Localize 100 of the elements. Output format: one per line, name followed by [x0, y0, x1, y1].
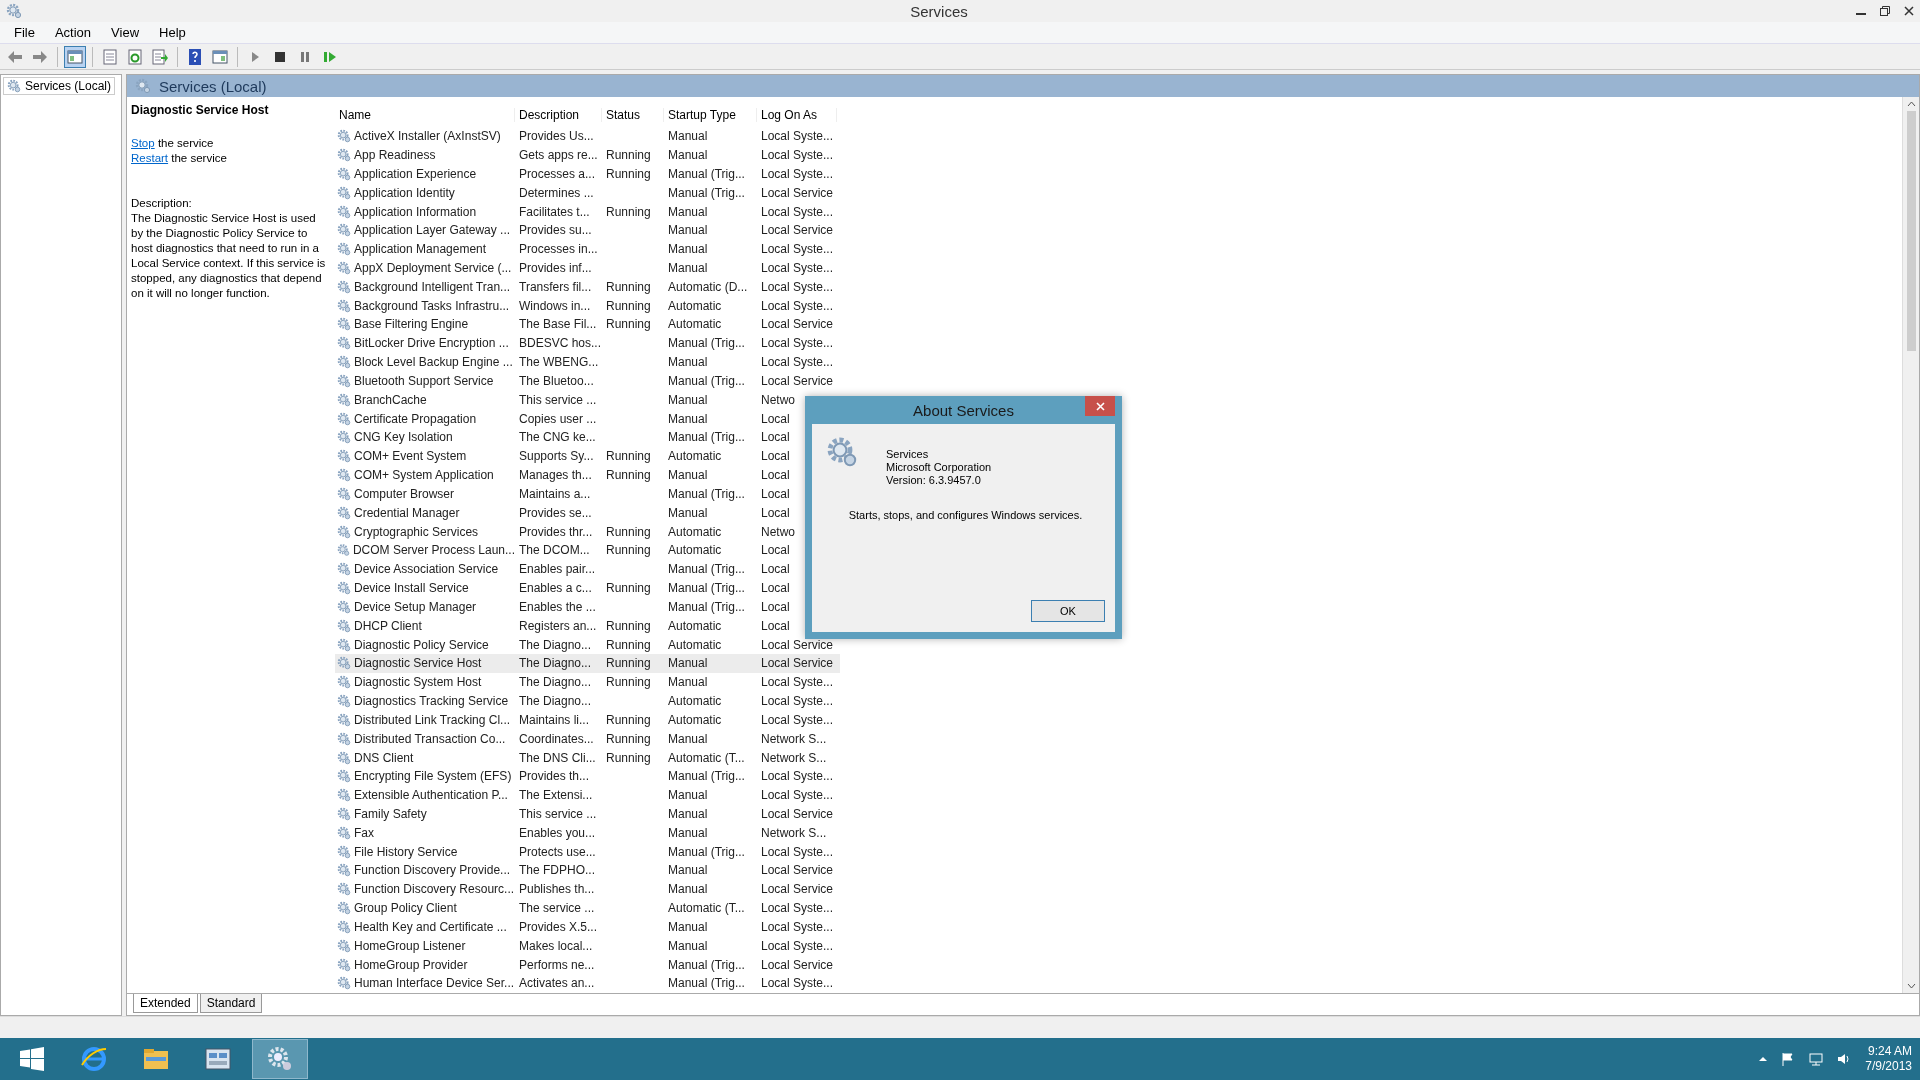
service-row[interactable]: HomeGroup Listener Makes local... Manual Local Syste... — [335, 936, 840, 956]
action-link[interactable]: Stop — [131, 137, 155, 149]
service-row[interactable]: Distributed Transaction Co... Coordinates... Running Manual Network S... — [335, 729, 840, 749]
service-row[interactable]: Function Discovery Resourc... Publishes th... Manual Local Service — [335, 879, 840, 899]
service-row[interactable]: Health Key and Certificate ... Provides X.5... Manual Local Syste... — [335, 917, 840, 937]
table-cell-text: Manual (Trig... — [667, 373, 746, 388]
service-row[interactable]: Computer Browser Maintains a... Manual (Trig... Local — [335, 484, 840, 504]
service-row[interactable]: Fax Enables you... Manual Network S... — [335, 823, 840, 843]
service-row[interactable]: Base Filtering Engine The Base Fil... Running Automatic Local Service — [335, 315, 840, 334]
service-row[interactable]: ActiveX Installer (AxInstSV) Provides Us... Manual Local Syste... — [335, 126, 840, 146]
service-icon — [337, 844, 351, 859]
service-row[interactable]: AppX Deployment Service (... Provides inf... Manual Local Syste... — [335, 258, 840, 278]
table-cell: Application Experience — [354, 166, 477, 181]
table-cell-text: Local — [760, 562, 791, 577]
service-row[interactable]: COM+ System Application Manages th... Running Manual Local — [335, 465, 840, 485]
table-cell-text: Running — [605, 298, 652, 313]
service-row[interactable]: File History Service Protects use... Manual (Trig... Local Syste... — [335, 842, 840, 862]
table-cell-text: Network S... — [760, 731, 828, 746]
service-icon — [337, 581, 351, 596]
service-row[interactable]: Device Association Service Enables pair... Manual (Trig... Local — [335, 559, 840, 579]
menu-item[interactable]: File — [4, 25, 45, 40]
menu-item[interactable]: Help — [149, 25, 196, 40]
network-icon[interactable] — [1809, 1052, 1824, 1066]
service-row[interactable]: Distributed Link Tracking Cl... Maintains li... Running Automatic Local Syste... — [335, 710, 840, 730]
service-row[interactable]: Application Information Facilitates t... Running Manual Local Syste... — [335, 202, 840, 221]
service-row[interactable]: Extensible Authentication P... The Extensi... Manual Local Syste... — [335, 785, 840, 805]
service-row[interactable]: Background Intelligent Tran... Transfers fil... Running Automatic (D... Local Syste... — [335, 277, 840, 297]
service-row[interactable]: DNS Client The DNS Cli... Running Automatic (T... Network S... — [335, 748, 840, 767]
column-header[interactable]: Startup Type — [664, 107, 757, 122]
service-row[interactable]: Human Interface Device Ser... Activates an... Manual (Trig... Local Syste... — [335, 974, 840, 993]
table-cell-text: Enables pair... — [518, 562, 597, 577]
table-cell-text: Local Service — [760, 637, 835, 652]
service-row[interactable]: Family Safety This service ... Manual Local Service — [335, 804, 840, 824]
service-row[interactable]: HomeGroup Provider Performs ne... Manual (Trig... Local Service — [335, 955, 840, 975]
table-cell-text: Network S... — [760, 825, 828, 840]
volume-icon[interactable] — [1837, 1052, 1852, 1066]
close-icon[interactable] — [1904, 6, 1914, 16]
service-row[interactable]: Diagnostic Policy Service The Diagno... Running Automatic Local Service — [335, 635, 840, 654]
service-row[interactable]: BitLocker Drive Encryption ... BDESVC hos... Manual (Trig... Local Syste... — [335, 333, 840, 353]
service-row[interactable]: COM+ Event System Supports Sy... Running Automatic Local — [335, 446, 840, 466]
company-name: Microsoft Corporation — [886, 461, 992, 474]
service-row[interactable]: Cryptographic Services Provides thr... Running Automatic Netwo — [335, 522, 840, 541]
table-cell: Computer Browser — [354, 486, 455, 501]
column-header[interactable]: Name — [335, 107, 515, 122]
service-row[interactable]: Encrypting File System (EFS) Provides th... Manual (Trig... Local Syste... — [335, 766, 840, 786]
service-row[interactable]: Group Policy Client The service ... Automatic (T... Local Syste... — [335, 898, 840, 918]
service-row[interactable]: Block Level Backup Engine ... The WBENG... Manual Local Syste... — [335, 352, 840, 372]
service-row[interactable]: Application Identity Determines ... Manual (Trig... Local Service — [335, 183, 840, 203]
table-cell: COM+ System Application — [354, 468, 494, 483]
tree-item[interactable]: Services (Local) — [3, 77, 116, 95]
taskbar-button[interactable] — [252, 1039, 308, 1079]
service-row[interactable]: DCOM Server Process Laun... The DCOM... Running Automatic Local — [335, 541, 840, 560]
service-row[interactable]: Application Management Processes in... Manual Local Syste... — [335, 239, 840, 259]
table-cell-text: Running — [605, 468, 652, 483]
service-row[interactable]: Diagnostics Tracking Service The Diagno... Automatic Local Syste... — [335, 691, 840, 711]
service-row[interactable]: DHCP Client Registers an... Running Automatic Local — [335, 616, 840, 636]
column-header[interactable]: Description — [515, 107, 602, 122]
view-tab[interactable]: Extended — [133, 994, 198, 1013]
table-cell-text: The Diagno... — [518, 656, 593, 671]
table-cell-text: Running — [605, 675, 652, 690]
view-tab[interactable]: Standard — [199, 994, 263, 1013]
service-row[interactable]: Function Discovery Provide... The FDPHO... Manual Local Service — [335, 861, 840, 880]
table-cell-text: Local Syste... — [760, 298, 835, 313]
service-row[interactable]: Credential Manager Provides se... Manual Local — [335, 503, 840, 523]
menu-item[interactable]: Action — [44, 25, 102, 40]
service-row[interactable]: Certificate Propagation Copies user ... Manual Local — [335, 409, 840, 429]
service-row[interactable]: Background Tasks Infrastru... Windows in... Running Automatic Local Syste... — [335, 296, 840, 316]
table-cell: Device Setup Manager — [354, 599, 477, 614]
service-row[interactable]: Application Layer Gateway ... Provides su... Manual Local Service — [335, 220, 840, 240]
scrollbar[interactable] — [1902, 97, 1919, 993]
action-link[interactable]: Restart — [131, 152, 169, 164]
scroll-thumb[interactable] — [1906, 111, 1916, 351]
table-cell-text: Manual — [667, 355, 709, 370]
service-row[interactable]: CNG Key Isolation The CNG ke... Manual (Trig... Local — [335, 428, 840, 447]
service-row[interactable]: Diagnostic System Host The Diagno... Running Manual Local Syste... — [335, 672, 840, 692]
table-cell-text: This service ... — [518, 807, 598, 821]
service-row[interactable]: BranchCache This service ... Manual Netwo — [335, 390, 840, 410]
flag-icon[interactable] — [1781, 1052, 1796, 1066]
service-row[interactable]: Device Setup Manager Enables the ... Manual (Trig... Local — [335, 597, 840, 617]
table-cell: Application Layer Gateway ... — [354, 223, 511, 238]
restore-icon[interactable] — [1880, 6, 1890, 16]
dialog-close-button[interactable] — [1085, 396, 1115, 416]
ok-button[interactable]: OK — [1031, 600, 1105, 622]
show-hidden-icon[interactable] — [1759, 1055, 1768, 1063]
clock-time: 9:24 AM — [1867, 1044, 1912, 1059]
table-cell-text: Local — [760, 468, 791, 483]
help-icon — [186, 47, 204, 66]
service-row[interactable]: Bluetooth Support Service The Bluetoo... Manual (Trig... Local Service — [335, 371, 840, 391]
column-header[interactable]: Status — [602, 107, 664, 122]
table-cell-text: The CNG ke... — [518, 430, 597, 445]
column-header[interactable]: Log On As — [757, 107, 837, 122]
menu-item[interactable]: View — [101, 25, 150, 40]
service-row[interactable]: Device Install Service Enables a c... Running Manual (Trig... Local — [335, 578, 840, 598]
service-icon — [337, 938, 351, 953]
service-row[interactable]: Diagnostic Service Host The Diagno... Running Manual Local Service — [335, 653, 840, 673]
service-row[interactable]: App Readiness Gets apps re... Running Manual Local Syste... — [335, 145, 840, 165]
table-cell-text: Makes local... — [518, 938, 594, 953]
clock[interactable]: 9:24 AM 7/9/2013 — [1865, 1044, 1912, 1074]
service-row[interactable]: Application Experience Processes a... Running Manual (Trig... Local Syste... — [335, 164, 840, 184]
table-cell: DNS Client — [354, 750, 414, 765]
